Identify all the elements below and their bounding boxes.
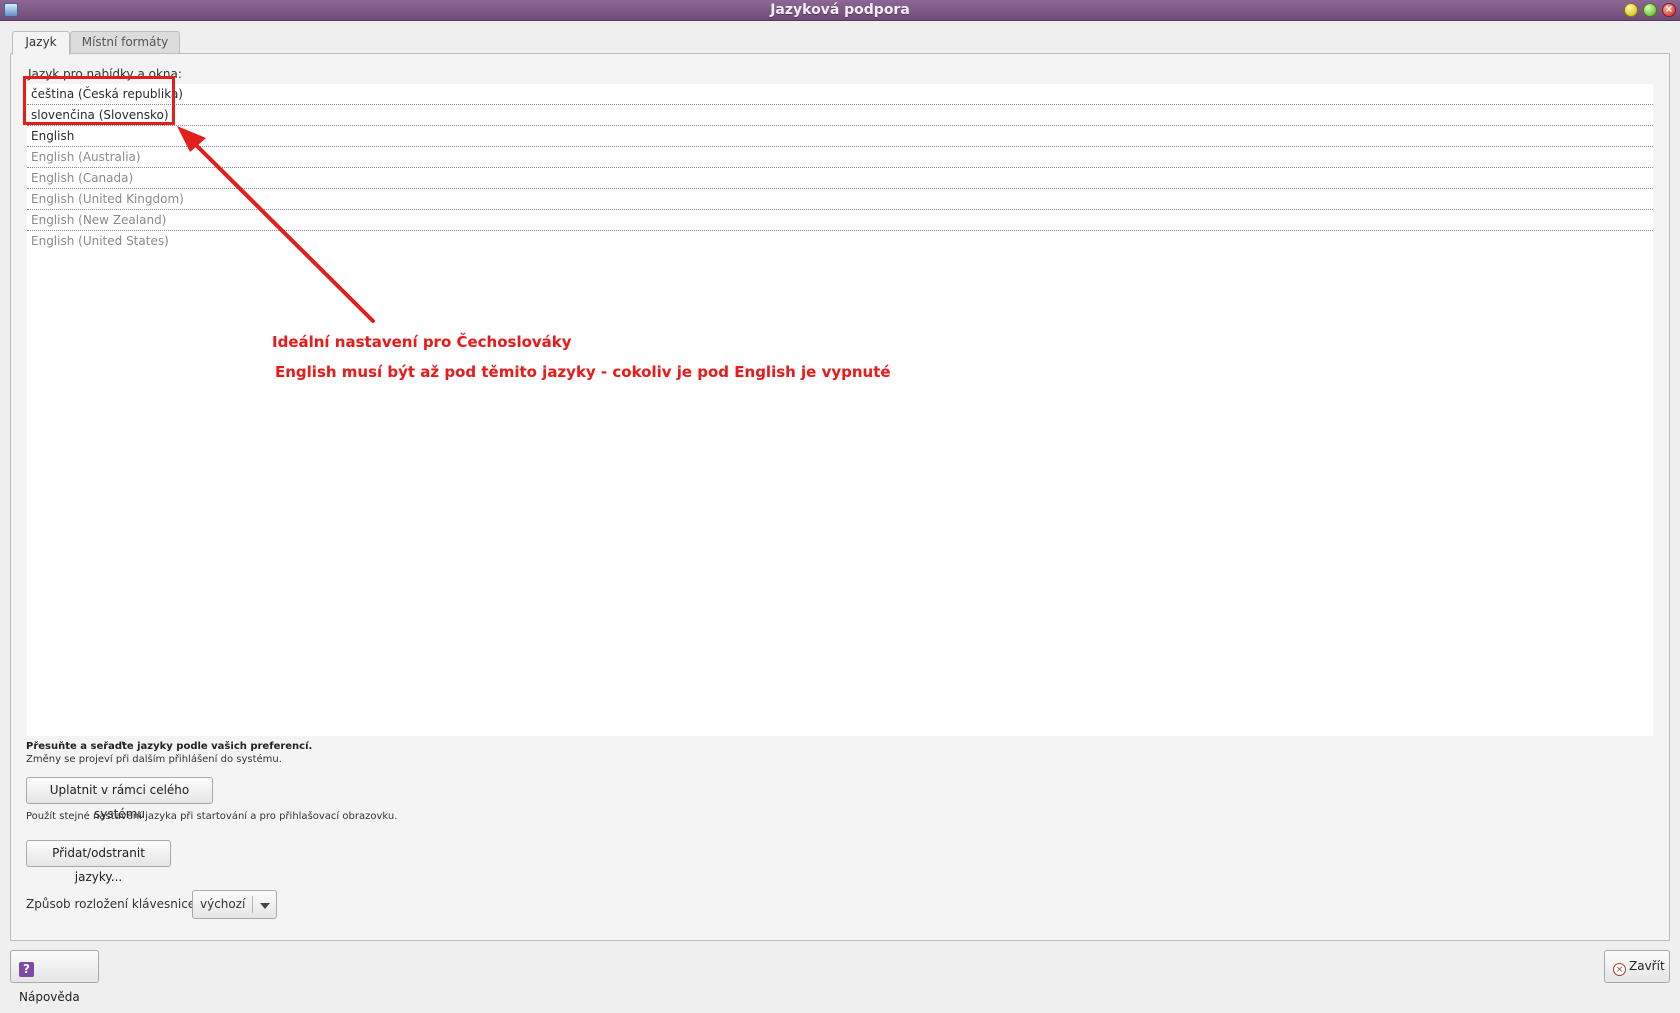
language-row-english-uk[interactable]: English (United Kingdom) bbox=[27, 189, 1653, 210]
language-row-slovak[interactable]: slovenčina (Slovensko) bbox=[27, 105, 1653, 126]
help-button-label: Nápověda bbox=[19, 990, 80, 1004]
language-order-hint: Přesuňte a seřaďte jazyky podle vašich p… bbox=[26, 741, 313, 752]
help-button[interactable]: ? Nápověda bbox=[10, 950, 99, 1004]
window-titlebar: Jazyková podpora × bbox=[0, 0, 1680, 21]
language-row-english-canada[interactable]: English (Canada) bbox=[27, 168, 1653, 189]
apply-system-wide-note: Použít stejné nastavení jazyka při start… bbox=[26, 811, 398, 822]
tab-regional-formats[interactable]: Místní formáty bbox=[70, 31, 180, 53]
help-icon: ? bbox=[19, 962, 34, 977]
annotation-text-ideal-setup: Ideální nastavení pro Čechoslováky bbox=[272, 333, 572, 351]
keyboard-input-method-value: výchozí bbox=[200, 897, 246, 911]
close-button[interactable]: × Zavřít bbox=[1604, 950, 1670, 983]
language-row-english[interactable]: English bbox=[27, 126, 1653, 147]
annotation-text-english-order: English musí být až pod těmito jazyky - … bbox=[275, 363, 891, 381]
maximize-icon[interactable] bbox=[1643, 3, 1657, 17]
annotation-highlight-box bbox=[23, 76, 175, 125]
language-list[interactable]: čeština (Česká republika) slovenčina (Sl… bbox=[27, 84, 1653, 736]
minimize-icon[interactable] bbox=[1624, 3, 1638, 17]
language-row-english-nz[interactable]: English (New Zealand) bbox=[27, 210, 1653, 231]
language-row-english-australia[interactable]: English (Australia) bbox=[27, 147, 1653, 168]
tab-language[interactable]: Jazyk bbox=[12, 31, 70, 55]
keyboard-input-method-select[interactable]: výchozí bbox=[192, 890, 277, 919]
window-title: Jazyková podpora bbox=[770, 2, 910, 18]
chevron-down-icon bbox=[260, 903, 270, 909]
keyboard-input-method-label: Způsob rozložení klávesnice: bbox=[26, 897, 200, 911]
close-icon: × bbox=[1613, 963, 1626, 976]
dropdown-separator bbox=[252, 896, 253, 913]
login-change-note: Změny se projeví při dalším přihlášení d… bbox=[26, 754, 282, 765]
add-remove-languages-button[interactable]: Přidat/odstranit jazyky... bbox=[26, 840, 171, 884]
language-row-czech[interactable]: čeština (Česká republika) bbox=[27, 84, 1653, 105]
close-window-icon[interactable]: × bbox=[1662, 3, 1676, 17]
language-row-english-us[interactable]: English (United States) bbox=[27, 231, 1653, 252]
close-button-label: Zavřít bbox=[1629, 959, 1665, 973]
apply-system-wide-button[interactable]: Uplatnit v rámci celého systému bbox=[26, 777, 213, 821]
